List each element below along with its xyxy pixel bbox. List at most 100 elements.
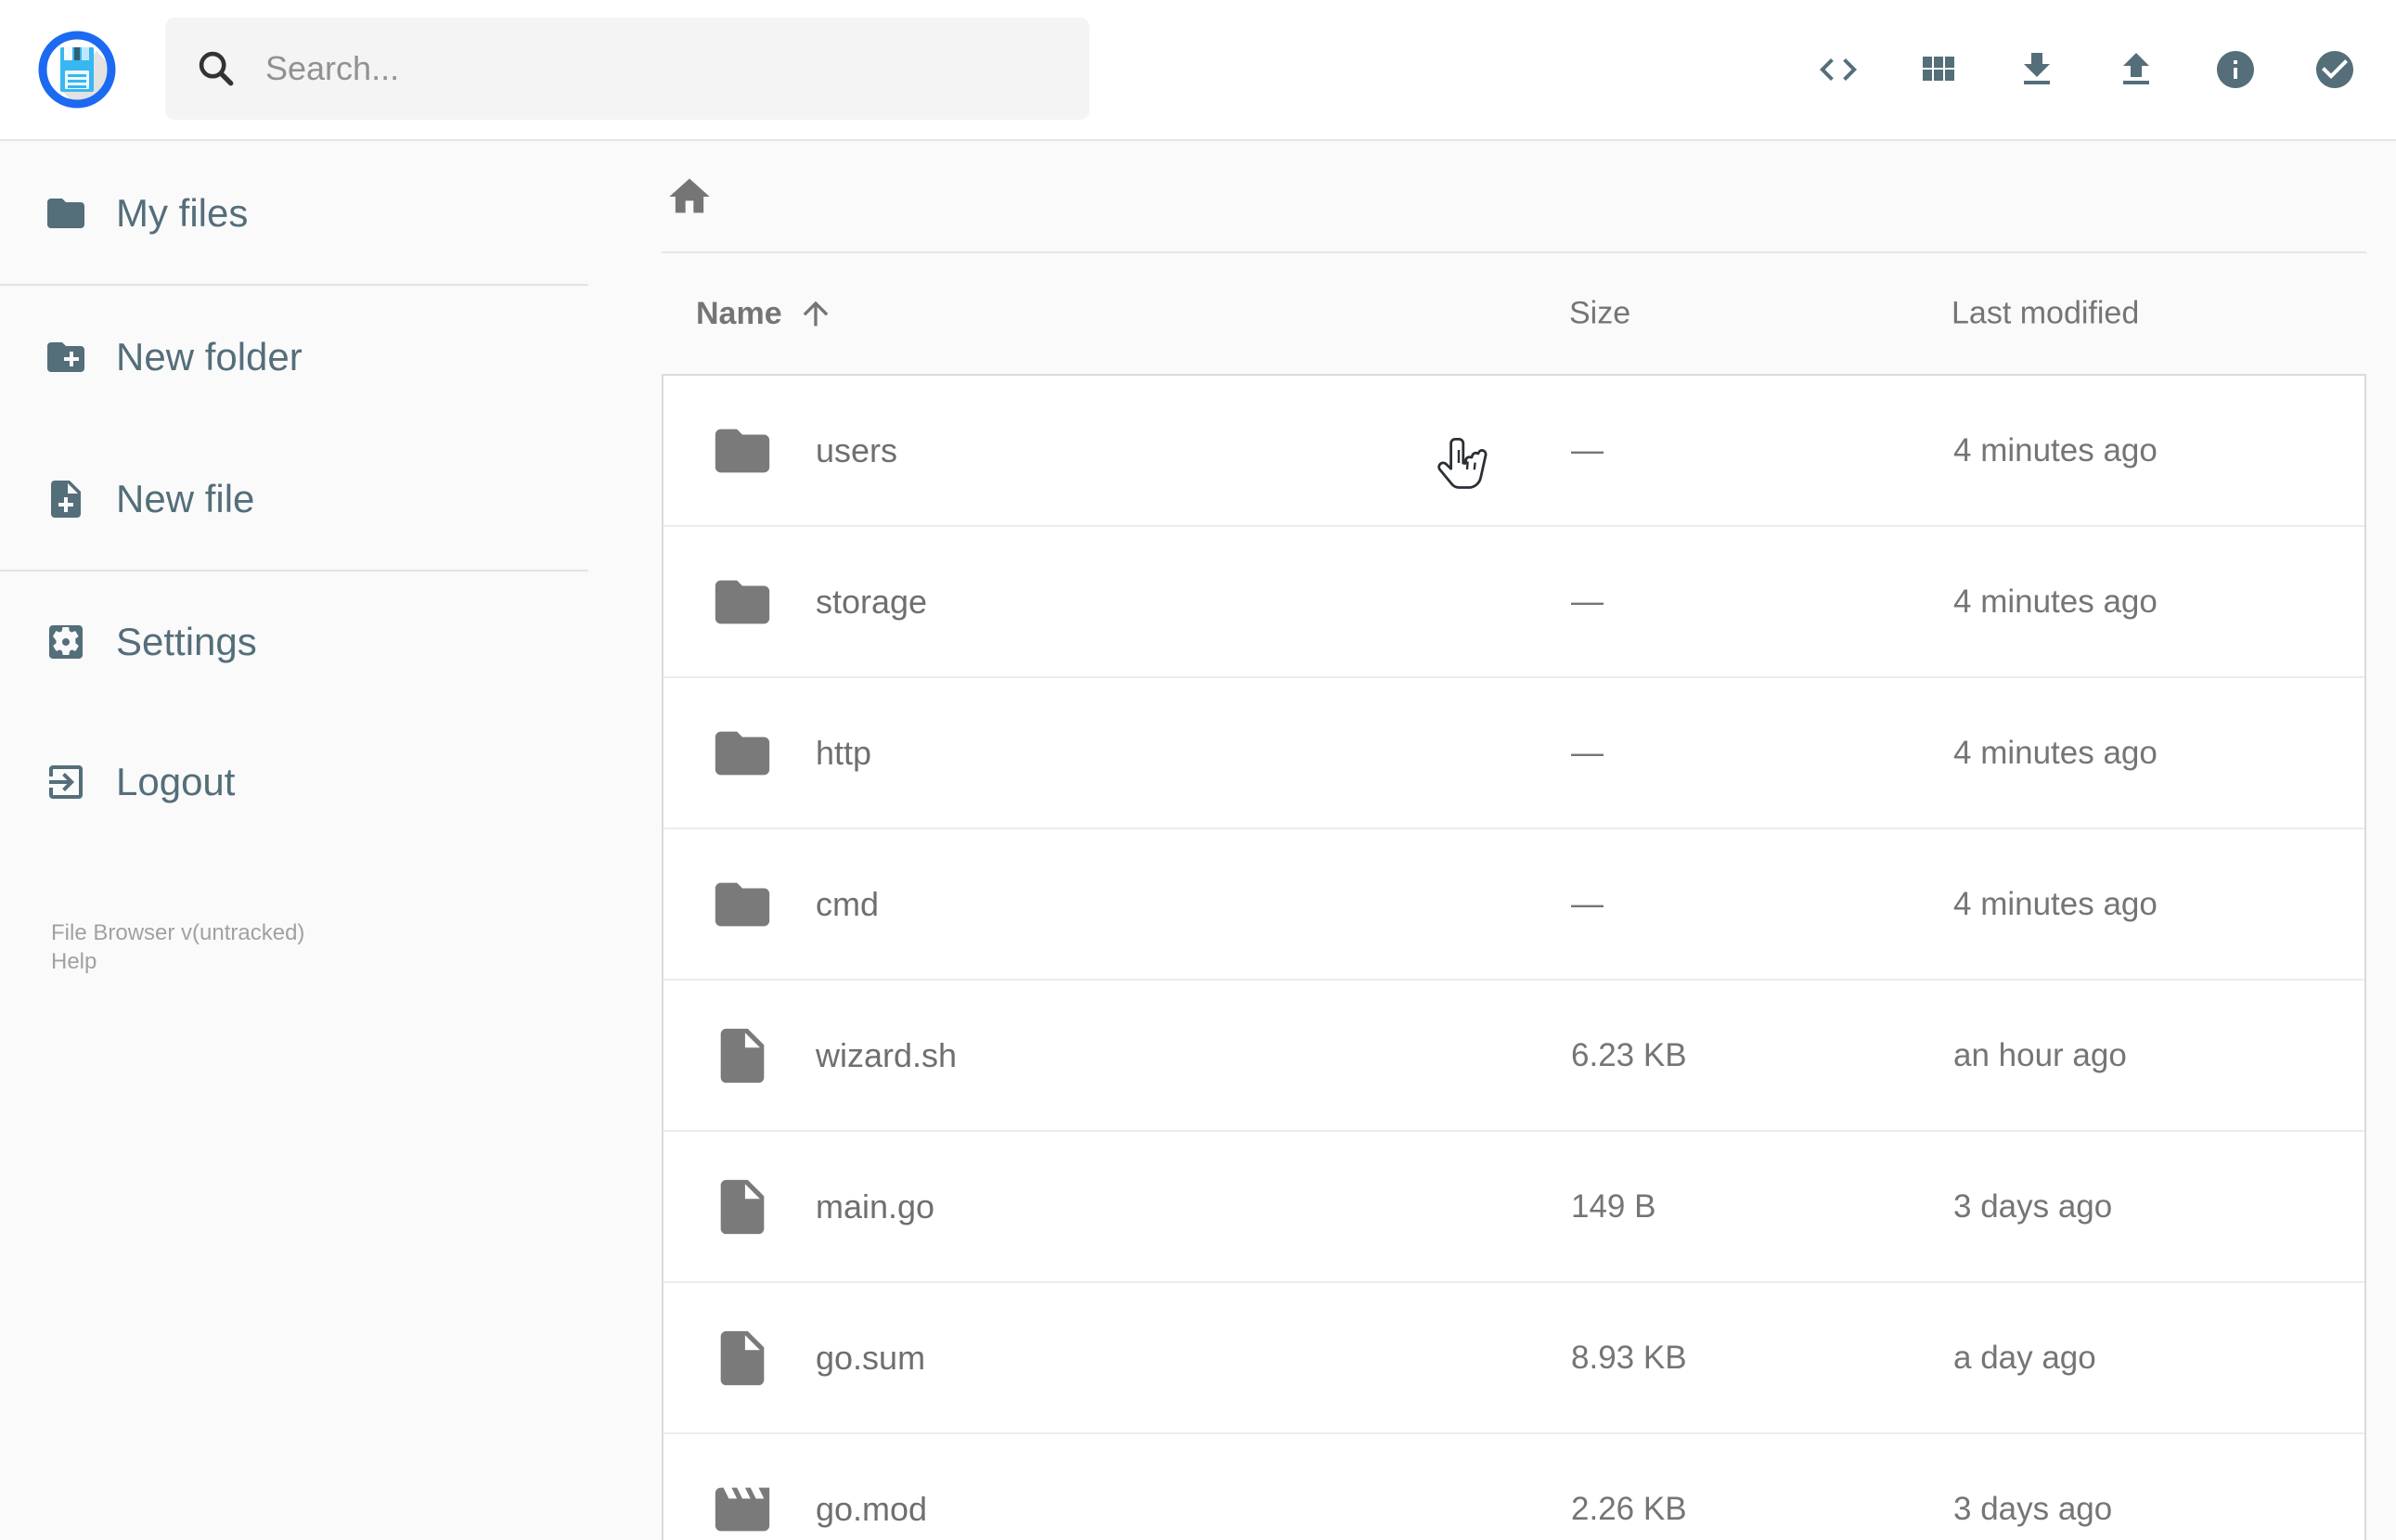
table-row[interactable]: users — 4 minutes ago — [663, 376, 2364, 527]
file-name: storage — [816, 582, 928, 621]
file-size: — — [1571, 583, 1604, 620]
sidebar-item-new-folder[interactable]: New folder — [0, 306, 588, 408]
file-size: — — [1571, 431, 1604, 468]
column-header-name[interactable]: Name — [696, 295, 834, 332]
new-folder-icon — [44, 335, 88, 379]
file-size: — — [1571, 734, 1604, 771]
grid-view-icon — [1923, 57, 1954, 81]
folder-icon — [715, 731, 770, 775]
sidebar-footer: File Browser v(untracked) Help — [51, 918, 304, 976]
file-modified: 3 days ago — [1953, 1490, 2113, 1527]
main-panel: Name Size Last modified users — 4 minute… — [588, 141, 2396, 1540]
file-modified: a day ago — [1953, 1339, 2096, 1376]
row-type-icon — [710, 1174, 775, 1239]
file-modified: 4 minutes ago — [1953, 885, 2158, 922]
floppy-disk-logo-icon — [38, 31, 116, 109]
sidebar-item-label: Logout — [116, 760, 236, 803]
table-row[interactable]: go.sum 8.93 KB a day ago — [663, 1283, 2364, 1434]
sidebar-item-new-file[interactable]: New file — [0, 448, 588, 550]
file-icon — [720, 1028, 765, 1083]
row-type-icon — [710, 872, 775, 937]
sidebar-item-label: New folder — [116, 335, 303, 379]
sidebar-divider — [0, 570, 588, 571]
upload-icon — [2123, 53, 2149, 84]
select-multiple-icon — [2316, 51, 2353, 88]
info-icon — [2217, 51, 2254, 88]
row-type-icon — [710, 570, 775, 635]
content-area: My files New folder New file Settings Lo… — [0, 141, 2396, 1540]
folder-icon — [715, 882, 770, 926]
file-modified: 4 minutes ago — [1953, 734, 2158, 771]
sidebar-item-label: Settings — [116, 620, 257, 663]
listing-header: Name Size Last modified — [662, 253, 2366, 374]
file-modified: 3 days ago — [1953, 1187, 2113, 1225]
sidebar: My files New folder New file Settings Lo… — [0, 141, 588, 1540]
file-name: go.sum — [816, 1338, 926, 1377]
file-listing: users — 4 minutes ago storage — 4 minute… — [662, 374, 2366, 1540]
search-icon — [199, 51, 234, 86]
row-type-icon — [710, 721, 775, 786]
file-name: users — [816, 430, 898, 469]
table-row[interactable]: go.mod 2.26 KB 3 days ago — [663, 1434, 2364, 1540]
app-header — [0, 0, 2396, 141]
file-size: — — [1571, 885, 1604, 922]
breadcrumb-home-button[interactable] — [665, 173, 714, 221]
file-name: main.go — [816, 1187, 935, 1226]
row-type-icon — [710, 1326, 775, 1391]
folder-icon — [44, 191, 88, 236]
sidebar-item-my-files[interactable]: My files — [0, 162, 588, 264]
app-version-text: File Browser v(untracked) — [51, 920, 305, 945]
header-toolbar — [1816, 0, 2357, 139]
sidebar-item-logout[interactable]: Logout — [0, 731, 588, 833]
home-icon — [669, 178, 710, 212]
download-icon — [2024, 53, 2050, 84]
row-type-icon — [710, 1477, 775, 1540]
arrow-up-icon — [803, 301, 828, 327]
movie-icon — [715, 1487, 770, 1531]
file-name: http — [816, 733, 872, 772]
upload-button[interactable] — [2114, 47, 2158, 92]
app-logo — [35, 28, 119, 111]
code-icon — [1820, 58, 1857, 81]
select-multiple-button[interactable] — [2312, 47, 2357, 92]
table-row[interactable]: storage — 4 minutes ago — [663, 527, 2364, 678]
filebrowser-app: My files New folder New file — [0, 0, 2396, 1540]
column-header-name-label: Name — [696, 295, 782, 331]
file-size: 6.23 KB — [1571, 1036, 1687, 1073]
file-name: cmd — [816, 884, 880, 923]
sidebar-divider — [0, 284, 588, 286]
row-type-icon — [710, 418, 775, 483]
file-name: wizard.sh — [816, 1035, 958, 1074]
table-row[interactable]: main.go 149 B 3 days ago — [663, 1132, 2364, 1283]
search-bar — [165, 18, 1089, 120]
file-icon — [720, 1179, 765, 1234]
logout-icon — [44, 760, 88, 804]
column-header-modified[interactable]: Last modified — [1952, 296, 2139, 332]
file-name: go.mod — [816, 1489, 928, 1528]
file-modified: 4 minutes ago — [1953, 583, 2158, 620]
file-modified: 4 minutes ago — [1953, 431, 2158, 468]
file-icon — [720, 1330, 765, 1385]
code-view-button[interactable] — [1816, 47, 1861, 92]
new-file-icon — [44, 477, 88, 521]
file-size: 2.26 KB — [1571, 1490, 1687, 1527]
switch-view-button[interactable] — [1915, 47, 1960, 92]
folder-icon — [715, 580, 770, 623]
folder-icon — [715, 429, 770, 472]
info-button[interactable] — [2213, 47, 2258, 92]
sidebar-item-label: New file — [116, 477, 255, 520]
table-row[interactable]: http — 4 minutes ago — [663, 678, 2364, 829]
row-type-icon — [710, 1023, 775, 1088]
download-button[interactable] — [2015, 47, 2059, 92]
table-row[interactable]: cmd — 4 minutes ago — [663, 829, 2364, 981]
file-modified: an hour ago — [1953, 1036, 2127, 1073]
sidebar-item-settings[interactable]: Settings — [0, 591, 588, 693]
file-size: 8.93 KB — [1571, 1339, 1687, 1376]
sidebar-item-label: My files — [116, 191, 249, 235]
breadcrumb — [662, 141, 2366, 253]
table-row[interactable]: wizard.sh 6.23 KB an hour ago — [663, 981, 2364, 1132]
search-input[interactable] — [264, 48, 1028, 89]
column-header-size[interactable]: Size — [1569, 296, 1630, 332]
help-link[interactable]: Help — [51, 947, 304, 976]
file-size: 149 B — [1571, 1187, 1656, 1225]
